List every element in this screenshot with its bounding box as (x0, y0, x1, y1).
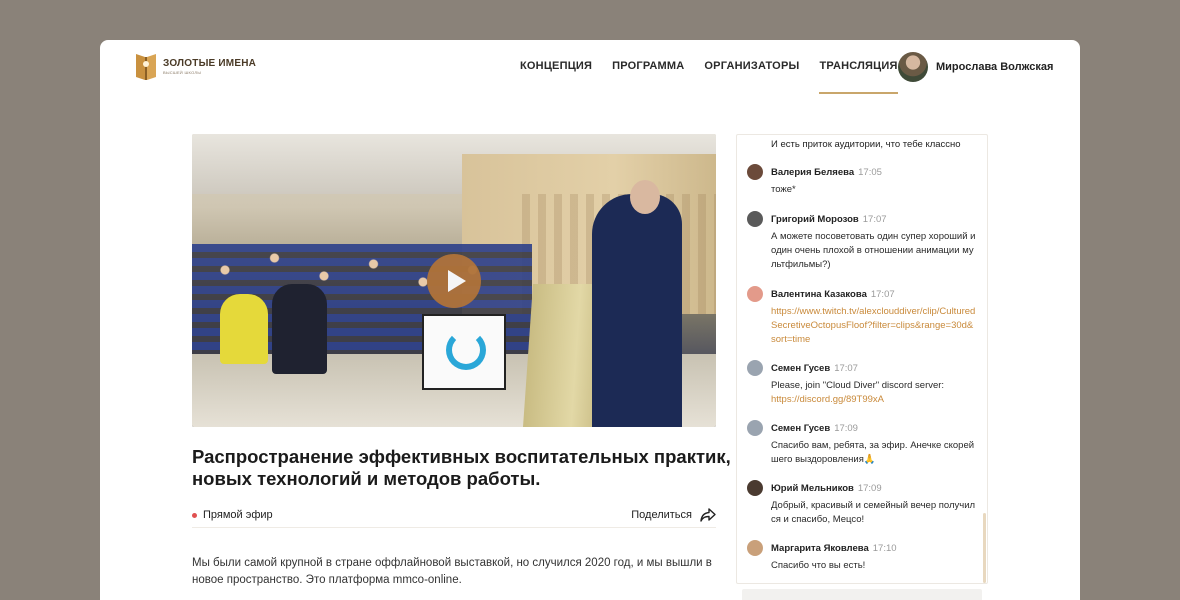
chat-message: Григорий Морозов 17:07 А можете посовето… (747, 210, 977, 272)
event-description: Мы были самой крупной в стране оффлайнов… (192, 557, 712, 586)
chat-avatar (747, 360, 763, 376)
chat-avatar (747, 540, 763, 556)
event-title: Распространение эффективных воспитательн… (192, 446, 731, 489)
main-nav: КОНЦЕПЦИЯ ПРОГРАММА ОРГАНИЗАТОРЫ ТРАНСЛЯ… (510, 40, 908, 94)
chat-message-text: Please, join "Cloud Diver" discord serve… (771, 380, 945, 391)
chat-message-text: А можете посоветовать один супер хороший… (771, 231, 976, 270)
chat-message: Семен Гусев 17:07 Please, join "Cloud Di… (747, 359, 977, 407)
chat-avatar (747, 420, 763, 436)
logo-title: ЗОЛОТЫЕ ИМЕНА (163, 57, 257, 69)
page-frame: ЗОЛОТЫЕ ИМЕНА ВЫСШЕЙ ШКОЛЫ КОНЦЕПЦИЯ ПРО… (100, 40, 1080, 600)
chat-message: Юрий Мельников 17:09 Добрый, красивый и … (747, 479, 977, 527)
video-frame-speaker-head (630, 180, 660, 214)
share-label[interactable]: Поделиться (631, 509, 692, 521)
chat-time: 17:07 (834, 362, 858, 374)
video-frame-person (220, 294, 268, 364)
chat-author: Семен Гусев (771, 422, 831, 434)
chat-scrollbar[interactable] (983, 513, 986, 583)
chat-link[interactable]: https://discord.gg/89T99xA (771, 394, 884, 405)
user-menu[interactable]: Мирослава Волжская (898, 52, 1053, 82)
logo[interactable]: ЗОЛОТЫЕ ИМЕНА ВЫСШЕЙ ШКОЛЫ (134, 50, 256, 82)
chat-message: Валерия Беляева 17:05 тоже* (747, 163, 977, 197)
chat-input[interactable] (742, 589, 982, 600)
chat-message-text: тоже* (771, 184, 796, 195)
chat-time: 17:07 (870, 288, 895, 300)
live-dot-icon (192, 512, 197, 518)
chat-author: Маргарита Яковлева (771, 542, 869, 554)
chat-author: Валентина Казакова (771, 288, 867, 300)
chat-author: Юрий Мельников (771, 482, 854, 494)
user-name[interactable]: Мирослава Волжская (936, 61, 1053, 73)
chat-time: 17:09 (834, 422, 858, 434)
chat-avatar (747, 286, 763, 302)
book-logo-icon (136, 54, 156, 80)
chat-message-text: Спасибо вам, ребята, за эфир. Анечке ско… (771, 440, 975, 465)
chat-message: Валентина Казакова 17:07 https://www.twi… (747, 285, 977, 347)
chat-avatar (747, 164, 763, 180)
chat-time: 17:07 (862, 213, 887, 225)
chat-avatar (747, 211, 763, 227)
share-icon[interactable] (700, 508, 716, 522)
nav-item-broadcast[interactable]: ТРАНСЛЯЦИЯ (809, 40, 907, 94)
video-player[interactable] (192, 134, 716, 427)
video-frame-person (272, 284, 327, 374)
event-meta: Прямой эфир Поделиться (192, 506, 716, 528)
live-label: Прямой эфир (203, 509, 273, 521)
nav-item-organizers[interactable]: ОРГАНИЗАТОРЫ (694, 40, 809, 94)
video-frame-easel (422, 314, 506, 390)
share-button[interactable]: Поделиться (631, 508, 716, 522)
chat-author: Семен Гусев (771, 362, 831, 374)
chat-time: 17:10 (872, 542, 897, 554)
chat-author: Григорий Морозов (771, 213, 859, 225)
chat-avatar (747, 480, 763, 496)
video-frame-speaker (592, 194, 682, 427)
logo-subtitle: ВЫСШЕЙ ШКОЛЫ (163, 69, 202, 75)
nav-item-program[interactable]: ПРОГРАММА (602, 40, 694, 94)
chat-link[interactable]: https://www.twitch.tv/alexclouddiver/cli… (771, 306, 975, 345)
chat-time: 17:09 (857, 482, 882, 494)
user-avatar[interactable] (898, 52, 928, 82)
chat-message: Маргарита Яковлева 17:10 Спасибо что вы … (747, 539, 977, 573)
chat-message-text: Добрый, красивый и семейный вечер получи… (771, 500, 976, 525)
nav-item-concept[interactable]: КОНЦЕПЦИЯ (510, 40, 602, 94)
chat-author: Валерия Беляева (771, 166, 855, 178)
chat-message: Семен Гусев 17:09 Спасибо вам, ребята, з… (747, 419, 977, 467)
live-indicator: Прямой эфир (192, 509, 273, 521)
chat-message-text: Спасибо что вы есть! (771, 560, 866, 571)
chat-panel[interactable]: И есть приток аудитории, что тебе классн… (736, 134, 988, 584)
chat-time: 17:05 (858, 166, 882, 178)
chat-message-list[interactable]: И есть приток аудитории, что тебе классн… (737, 135, 983, 583)
play-icon[interactable] (427, 254, 481, 308)
chat-message-text: И есть приток аудитории, что тебе классн… (771, 139, 961, 150)
